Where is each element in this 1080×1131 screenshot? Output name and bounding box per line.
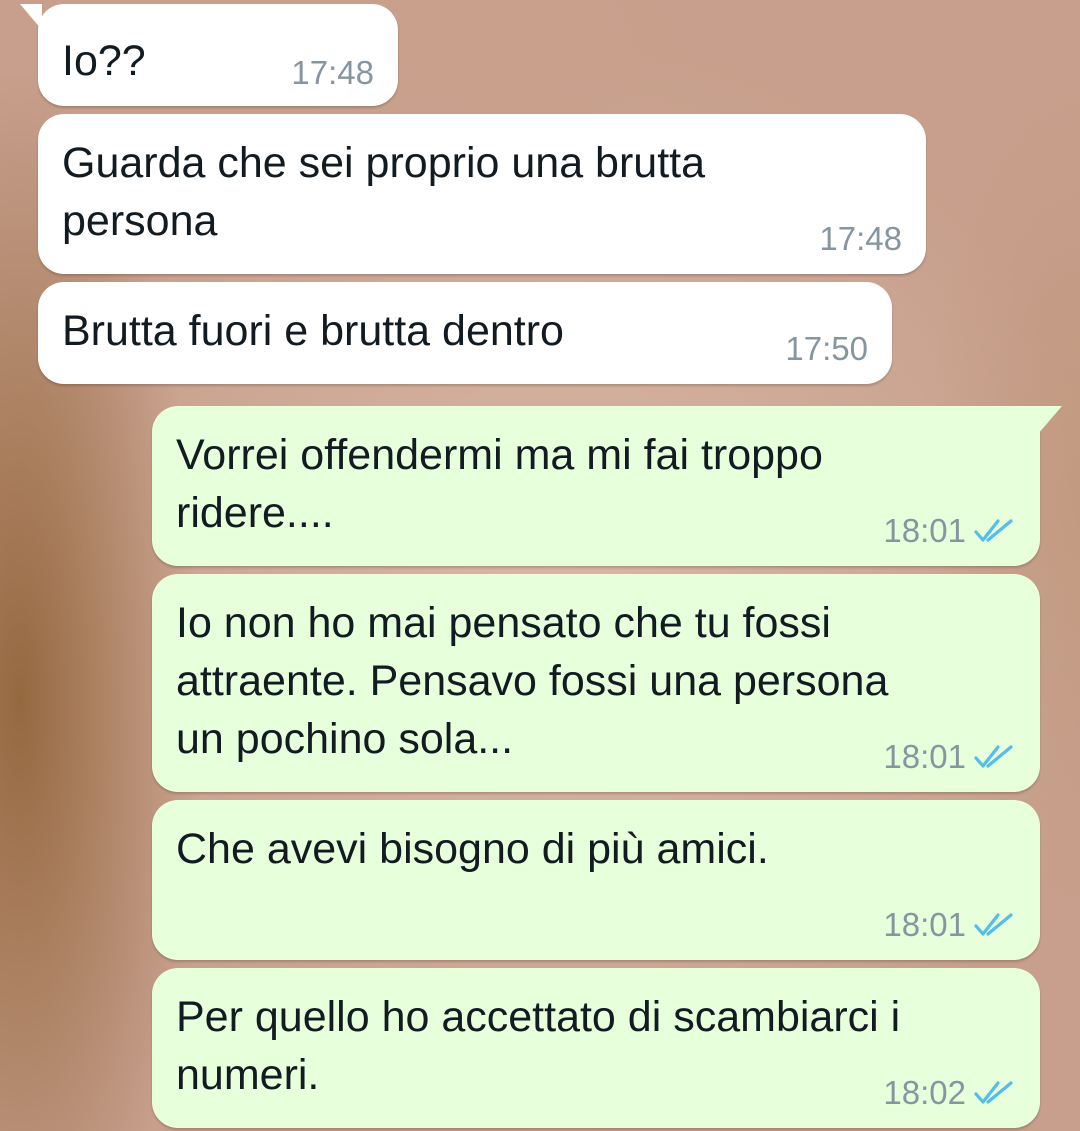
- read-double-check-icon: [974, 519, 1013, 542]
- message-meta: 17:48: [819, 220, 902, 258]
- read-double-check-icon: [974, 1081, 1013, 1104]
- message-timestamp: 17:48: [291, 54, 374, 91]
- message-meta: 17:50: [785, 330, 868, 368]
- message-meta: 18:01: [883, 906, 1016, 944]
- message-timestamp: 18:02: [883, 1074, 966, 1111]
- message-bubble-incoming[interactable]: Guarda che sei proprio una brutta person…: [38, 114, 926, 274]
- message-bubble-outgoing[interactable]: Vorrei offendermi ma mi fai troppo rider…: [152, 406, 1062, 566]
- message-timestamp: 18:01: [883, 738, 966, 775]
- message-meta: 18:01: [883, 512, 1016, 550]
- message-text: Guarda che sei proprio una brutta person…: [62, 139, 706, 245]
- message-timestamp: 17:48: [819, 220, 902, 257]
- message-text: Io??: [62, 37, 146, 85]
- message-meta: 18:02: [883, 1074, 1016, 1112]
- message-bubble-incoming[interactable]: Brutta fuori e brutta dentro 17:50: [38, 282, 892, 384]
- message-text: Per quello ho accettato di scambiarci i …: [176, 993, 901, 1099]
- bubble-tail: [20, 4, 42, 30]
- message-timestamp: 18:01: [883, 512, 966, 549]
- message-bubble-outgoing[interactable]: Io non ho mai pensato che tu fossi attra…: [152, 574, 1040, 792]
- read-double-check-icon: [974, 913, 1013, 936]
- message-timestamp: 17:50: [785, 330, 868, 367]
- message-text: Che avevi bisogno di più amici.: [176, 825, 769, 873]
- read-double-check-icon: [974, 745, 1013, 768]
- message-bubble-outgoing[interactable]: Per quello ho accettato di scambiarci i …: [152, 968, 1040, 1128]
- message-meta: 18:01: [883, 738, 1016, 776]
- message-text: Brutta fuori e brutta dentro: [62, 307, 564, 355]
- message-text: Io non ho mai pensato che tu fossi attra…: [176, 599, 889, 763]
- message-meta: 17:48: [291, 54, 374, 92]
- bubble-tail: [1038, 406, 1062, 434]
- message-bubble-outgoing[interactable]: Che avevi bisogno di più amici. 18:01: [152, 800, 1040, 960]
- message-text: Vorrei offendermi ma mi fai troppo rider…: [176, 431, 823, 537]
- message-timestamp: 18:01: [883, 906, 966, 943]
- message-bubble-incoming[interactable]: Io?? 17:48: [20, 4, 398, 106]
